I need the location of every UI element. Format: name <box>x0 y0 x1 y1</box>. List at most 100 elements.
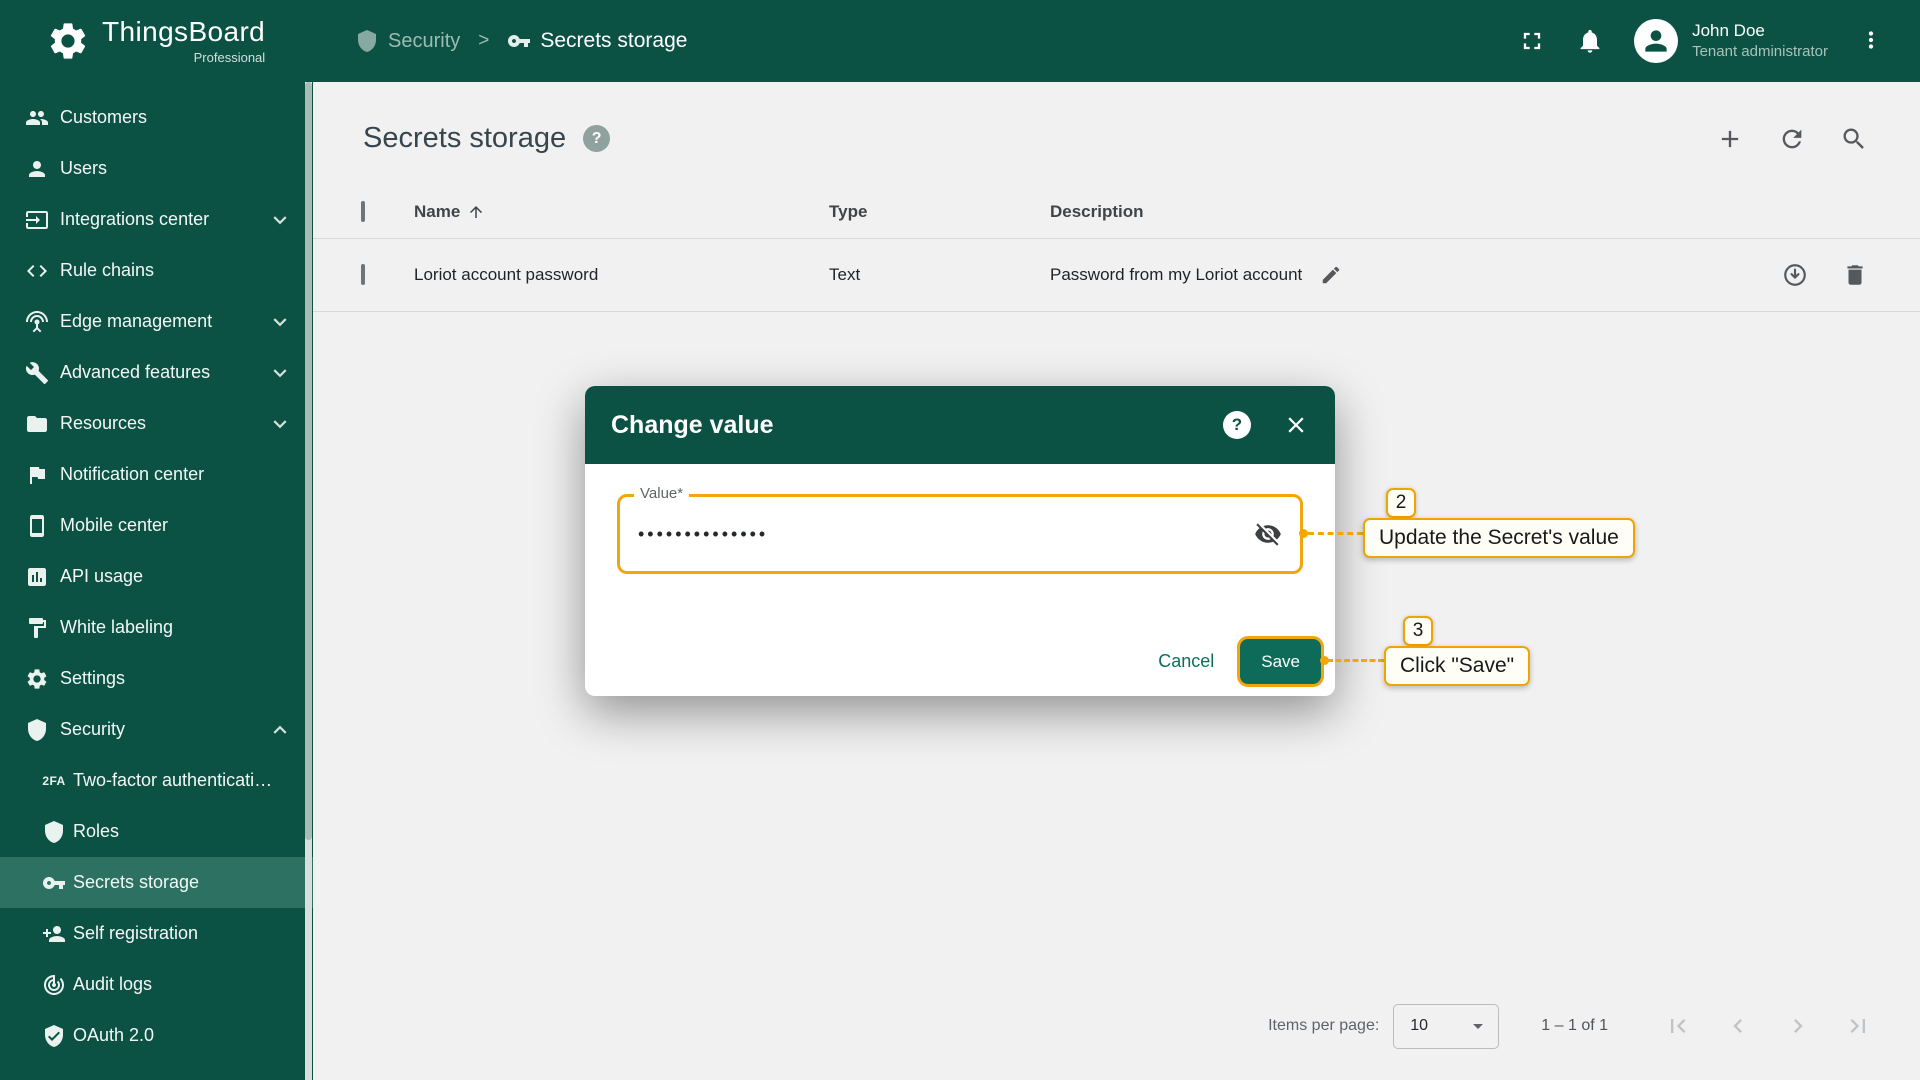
thingsboard-logo-icon <box>46 19 90 63</box>
close-icon <box>1283 412 1309 438</box>
chevron-down-icon <box>267 411 293 437</box>
eye-off-icon <box>1254 520 1282 548</box>
value-input[interactable] <box>638 524 1254 545</box>
sidebar-item-label: Settings <box>60 668 293 689</box>
notification-icon <box>25 463 49 487</box>
breadcrumb-section[interactable]: Security <box>388 30 460 53</box>
sidebar-item-api-usage[interactable]: API usage <box>0 551 313 602</box>
help-icon[interactable]: ? <box>583 125 610 152</box>
sidebar-item-roles[interactable]: Roles <box>0 806 313 857</box>
sidebar-item-oauth[interactable]: OAuth 2.0 <box>0 1010 313 1061</box>
secret-description: Password from my Loriot account <box>1050 265 1302 285</box>
roles-icon <box>42 820 66 844</box>
table-row[interactable]: Loriot account password Text Password fr… <box>313 239 1920 312</box>
page-header: Secrets storage ? <box>313 82 1920 155</box>
column-header-type[interactable]: Type <box>829 202 1050 222</box>
kebab-menu-button[interactable] <box>1858 27 1886 55</box>
sidebar-item-label: Mobile center <box>60 515 293 536</box>
chevron-down-icon <box>267 360 293 386</box>
mobile-icon <box>25 514 49 538</box>
advanced-features-icon <box>25 361 49 385</box>
security-submenu: 2FA Two-factor authenticati… Roles Secre… <box>0 755 313 1061</box>
sidebar-item-label: Advanced features <box>60 362 267 383</box>
sidebar-item-customers[interactable]: Customers <box>0 92 313 143</box>
secrets-table: Name Type Description Loriot account pas… <box>313 185 1920 312</box>
sidebar-item-label: Security <box>60 719 267 740</box>
security-shield-icon <box>25 718 49 742</box>
2fa-icon: 2FA <box>42 769 66 793</box>
sidebar-item-integrations-center[interactable]: Integrations center <box>0 194 313 245</box>
items-per-page-select[interactable]: 10 <box>1393 1004 1499 1049</box>
value-field-label: Value* <box>634 485 689 502</box>
dialog-help-icon[interactable]: ? <box>1223 411 1251 439</box>
sidebar-item-mobile-center[interactable]: Mobile center <box>0 500 313 551</box>
sidebar-item-edge-management[interactable]: Edge management <box>0 296 313 347</box>
sidebar-item-settings[interactable]: Settings <box>0 653 313 704</box>
sidebar-item-security[interactable]: Security <box>0 704 313 755</box>
sidebar-item-users[interactable]: Users <box>0 143 313 194</box>
sidebar-item-rule-chains[interactable]: Rule chains <box>0 245 313 296</box>
callout-2-connector-dot <box>1299 529 1308 538</box>
audit-logs-icon <box>42 973 66 997</box>
select-all-checkbox[interactable] <box>361 201 365 222</box>
sidebar-item-label: Rule chains <box>60 260 293 281</box>
logo[interactable]: ThingsBoard Professional <box>0 18 313 65</box>
sidebar-item-two-factor-authentication[interactable]: 2FA Two-factor authenticati… <box>0 755 313 806</box>
resources-icon <box>25 412 49 436</box>
sidebar-item-self-registration[interactable]: Self registration <box>0 908 313 959</box>
toggle-visibility-button[interactable] <box>1254 520 1282 548</box>
sidebar-scrollbar-thumb[interactable] <box>305 82 312 840</box>
sidebar-item-resources[interactable]: Resources <box>0 398 313 449</box>
sort-ascending-icon <box>467 203 485 221</box>
add-secret-button[interactable] <box>1716 125 1744 153</box>
change-value-dialog: Change value ? Value* Cancel Save <box>585 386 1335 696</box>
items-per-page-label: Items per page: <box>1268 1017 1379 1035</box>
integrations-icon <box>25 208 49 232</box>
sidebar-item-audit-logs[interactable]: Audit logs <box>0 959 313 1010</box>
row-checkbox[interactable] <box>361 264 365 285</box>
search-button[interactable] <box>1840 125 1868 153</box>
users-icon <box>25 157 49 181</box>
table-header-row: Name Type Description <box>313 185 1920 239</box>
chevron-down-icon <box>267 309 293 335</box>
refresh-button[interactable] <box>1778 125 1806 153</box>
sidebar-item-advanced-features[interactable]: Advanced features <box>0 347 313 398</box>
sidebar-item-label: Users <box>60 158 293 179</box>
user-menu[interactable]: John Doe Tenant administrator <box>1634 19 1828 63</box>
dialog-close-button[interactable] <box>1283 412 1309 438</box>
more-vert-icon <box>1858 27 1886 55</box>
previous-page-button[interactable] <box>1724 1012 1752 1040</box>
logo-title: ThingsBoard <box>102 18 265 46</box>
column-label: Name <box>414 202 460 222</box>
secret-description-cell: Password from my Loriot account <box>1050 264 1710 286</box>
app-root: ThingsBoard Professional Security > Secr… <box>0 0 1920 1080</box>
column-header-description[interactable]: Description <box>1050 202 1710 222</box>
sidebar-item-label: OAuth 2.0 <box>73 1025 293 1046</box>
delete-secret-button[interactable] <box>1842 262 1868 288</box>
dialog-title: Change value <box>611 411 774 440</box>
cancel-button[interactable]: Cancel <box>1158 651 1214 672</box>
trash-icon <box>1842 262 1868 288</box>
next-page-button[interactable] <box>1784 1012 1812 1040</box>
column-header-name[interactable]: Name <box>414 202 829 222</box>
callout-step-2-badge: 2 <box>1386 488 1416 518</box>
download-icon <box>1782 262 1808 288</box>
white-labeling-icon <box>25 616 49 640</box>
breadcrumb-page[interactable]: Secrets storage <box>540 29 687 53</box>
sidebar-item-label: Integrations center <box>60 209 267 230</box>
edit-description-button[interactable] <box>1320 264 1342 286</box>
fullscreen-button[interactable] <box>1518 27 1546 55</box>
first-page-button[interactable] <box>1664 1012 1692 1040</box>
api-usage-icon <box>25 565 49 589</box>
sidebar-item-secrets-storage[interactable]: Secrets storage <box>0 857 313 908</box>
sidebar-item-notification-center[interactable]: Notification center <box>0 449 313 500</box>
save-button[interactable]: Save <box>1240 639 1321 684</box>
fullscreen-icon <box>1518 27 1546 55</box>
paginator: Items per page: 10 1 – 1 of 1 <box>313 994 1920 1058</box>
row-actions <box>1710 262 1920 288</box>
key-icon <box>507 29 531 53</box>
sidebar-item-white-labeling[interactable]: White labeling <box>0 602 313 653</box>
notifications-button[interactable] <box>1576 27 1604 55</box>
last-page-button[interactable] <box>1844 1012 1872 1040</box>
download-secret-button[interactable] <box>1782 262 1808 288</box>
